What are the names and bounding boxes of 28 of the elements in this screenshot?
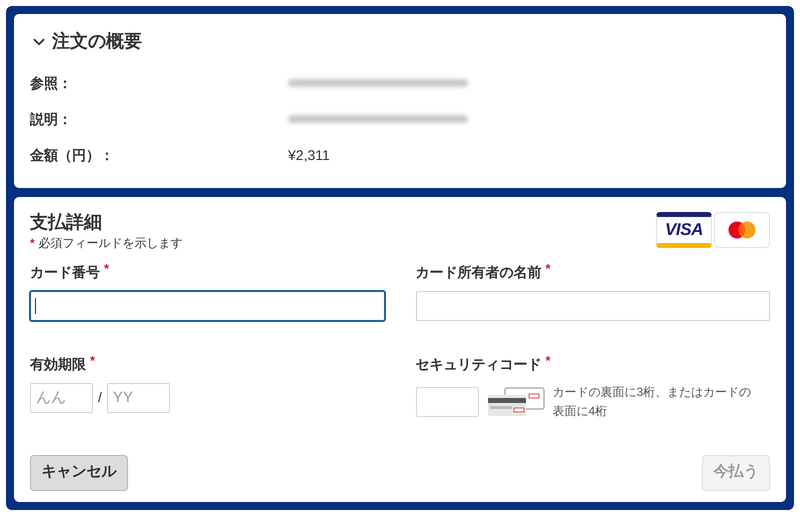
cardholder-name-field[interactable]	[416, 290, 770, 320]
field-label: 有効期限	[30, 354, 86, 374]
card-number-field[interactable]	[30, 290, 384, 320]
card-back-front-icon	[486, 386, 544, 416]
field-label: セキュリティコード	[416, 354, 542, 374]
row-label: 金額（円）：	[30, 146, 115, 165]
required-mark: *	[30, 234, 35, 252]
section-title: 支払詳細	[30, 211, 103, 234]
month-field[interactable]: んん	[30, 382, 93, 412]
required-mark: *	[546, 354, 551, 366]
field-label: カード番号	[30, 262, 100, 282]
year-field[interactable]: YY	[106, 382, 170, 412]
security-code-field[interactable]	[416, 386, 478, 416]
security-code-hint: カードの裏面に3桁、またはカードの表面に4桁	[552, 384, 752, 420]
visa-card-logo: VISA	[656, 212, 712, 248]
required-mark: *	[90, 354, 96, 366]
section-title: 注文の概要	[52, 30, 142, 53]
required-mark: *	[104, 262, 110, 274]
cancel-button[interactable]: キャンセル	[30, 454, 128, 490]
card-brand-icon	[714, 212, 770, 248]
amount-value: ¥2,311	[288, 146, 330, 164]
row-label: 参照：	[30, 74, 73, 93]
date-separator: /	[98, 388, 102, 407]
text-cursor	[35, 298, 36, 314]
field-label: カード所有者の名前	[416, 262, 542, 282]
required-mark: *	[546, 262, 551, 274]
required-note: 必須フィールドを示します	[38, 234, 183, 252]
row-label: 説明：	[30, 110, 73, 128]
